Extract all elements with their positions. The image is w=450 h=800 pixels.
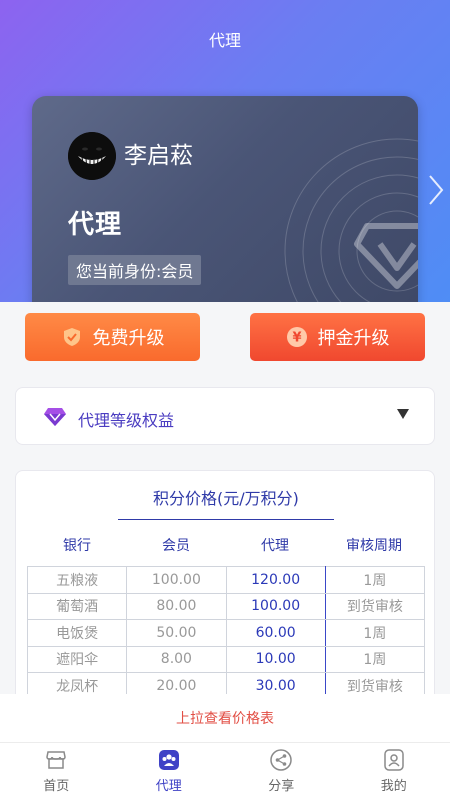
free-upgrade-label: 免费升级 xyxy=(92,328,165,349)
table-row: 电饭煲 50.00 60.00 1周 xyxy=(26,619,426,647)
tab-agent[interactable]: 代理 xyxy=(113,743,226,800)
group-icon xyxy=(158,750,179,770)
table-cell-bank: 五粮液 xyxy=(26,566,128,594)
avatar[interactable] xyxy=(68,132,116,180)
title-underline xyxy=(118,519,334,520)
card-level-title: 代理 xyxy=(68,210,123,240)
hero-banner: 代理 李启菘 代理 您当前身份:会员 xyxy=(0,0,450,302)
bottom-tab-bar: 首页 代理 分享 我的 xyxy=(0,742,450,800)
price-table-panel: 积分价格(元/万积分) 银行 会员 代理 审核周期 五粮液 100.00 120… xyxy=(15,470,435,730)
tab-profile-label: 我的 xyxy=(380,779,407,794)
store-icon xyxy=(46,751,67,769)
table-cell-agent: 120.00 xyxy=(225,566,326,594)
column-header-member: 会员 xyxy=(162,538,190,554)
table-cell-member: 80.00 xyxy=(126,592,227,620)
table-cell-agent: 100.00 xyxy=(225,592,326,620)
profile-icon xyxy=(384,749,404,771)
table-row: 五粮液 100.00 120.00 1周 xyxy=(26,566,426,594)
tab-share[interactable]: 分享 xyxy=(225,743,338,800)
column-header-agent: 代理 xyxy=(261,538,289,554)
table-cell-member: 8.00 xyxy=(126,645,227,673)
table-row: 遮阳伞 8.00 10.00 1周 xyxy=(26,645,426,673)
column-header-bank: 银行 xyxy=(63,538,91,554)
agent-benefits-dropdown[interactable]: 代理等级权益 xyxy=(15,387,435,445)
caret-down-icon[interactable] xyxy=(397,409,409,419)
deposit-upgrade-button[interactable]: ¥ 押金升级 xyxy=(250,313,425,361)
pull-up-hint[interactable]: 上拉查看价格表 xyxy=(0,694,450,742)
table-cell-agent: 10.00 xyxy=(225,645,326,673)
table-cell-review-period: 1周 xyxy=(324,645,426,673)
table-cell-review-period: 1周 xyxy=(324,566,426,594)
svg-text:¥: ¥ xyxy=(292,331,301,346)
table-cell-bank: 葡萄酒 xyxy=(26,592,128,620)
price-table: 五粮液 100.00 120.00 1周 葡萄酒 80.00 100.00 到货… xyxy=(26,566,426,700)
page-title: 代理 xyxy=(208,31,241,50)
tab-home[interactable]: 首页 xyxy=(0,743,113,800)
chevron-right-icon[interactable] xyxy=(424,172,448,208)
tab-profile[interactable]: 我的 xyxy=(338,743,450,800)
yen-coin-icon: ¥ xyxy=(286,327,307,347)
column-header-review-period: 审核周期 xyxy=(346,538,402,554)
shield-icon xyxy=(63,328,80,346)
table-cell-agent: 60.00 xyxy=(225,619,326,647)
table-cell-bank: 电饭煲 xyxy=(26,619,128,647)
table-row: 葡萄酒 80.00 100.00 到货审核 xyxy=(26,592,426,620)
table-cell-review-period: 到货审核 xyxy=(324,592,426,620)
deposit-upgrade-label: 押金升级 xyxy=(317,328,390,349)
table-cell-member: 100.00 xyxy=(126,566,227,594)
tab-home-label: 首页 xyxy=(43,779,70,794)
agent-benefits-label: 代理等级权益 xyxy=(78,411,175,430)
top-bar: 代理 xyxy=(0,0,450,76)
table-cell-bank: 遮阳伞 xyxy=(26,645,128,673)
identity-badge: 您当前身份:会员 xyxy=(68,255,202,285)
diamond-icon xyxy=(44,408,66,426)
tab-agent-label: 代理 xyxy=(155,779,182,794)
grin-avatar-icon xyxy=(68,132,116,180)
membership-card[interactable]: 李启菘 代理 您当前身份:会员 xyxy=(32,96,418,302)
card-rings-decoration xyxy=(284,138,418,302)
price-table-title: 积分价格(元/万积分) xyxy=(153,489,299,508)
tab-share-label: 分享 xyxy=(268,779,295,794)
user-name: 李启菘 xyxy=(124,143,193,169)
share-icon xyxy=(270,749,292,771)
table-cell-review-period: 1周 xyxy=(324,619,426,647)
table-cell-member: 50.00 xyxy=(126,619,227,647)
free-upgrade-button[interactable]: 免费升级 xyxy=(25,313,200,361)
